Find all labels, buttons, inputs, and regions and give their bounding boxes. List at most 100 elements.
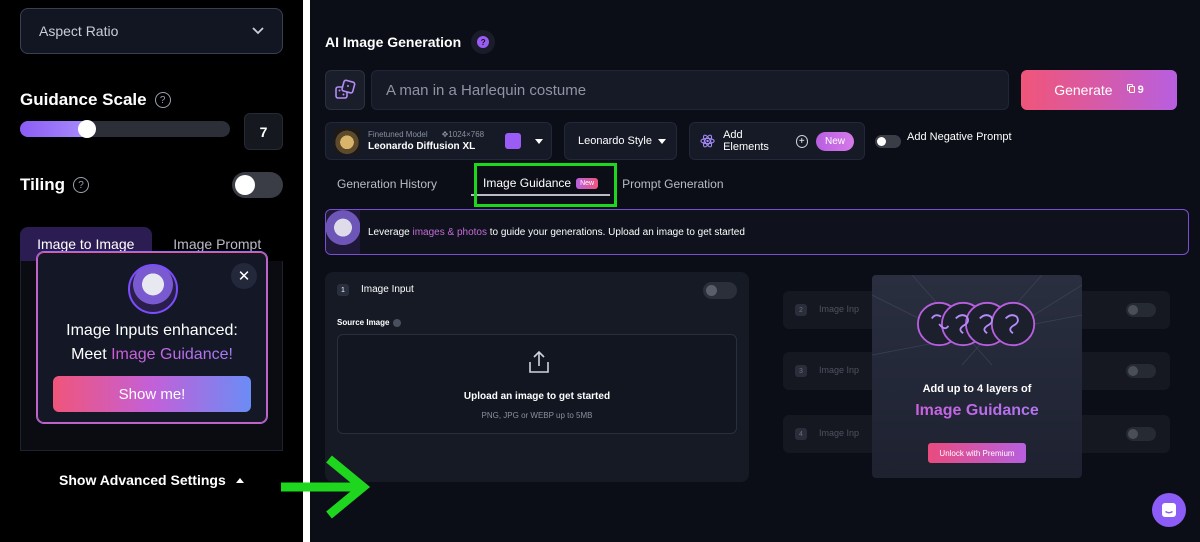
step-number: 2 — [795, 304, 807, 316]
image-guidance-popup: ✕ Image Inputs enhanced: Meet Image Guid… — [36, 251, 268, 424]
ghost-label: Image Inp — [819, 428, 860, 438]
disabled-toggle — [1126, 427, 1156, 441]
main-panel: AI Image Generation ? Generate 9 Finetun… — [310, 0, 1200, 542]
sticky-note-icon — [505, 133, 521, 149]
negative-prompt-label: Add Negative Prompt — [907, 131, 1012, 143]
dice-icon — [335, 79, 356, 99]
left-settings-panel: Aspect Ratio Guidance Scale ? 7 Tiling ?… — [0, 0, 303, 542]
caret-up-icon — [235, 478, 244, 483]
chevron-down-icon — [658, 138, 666, 144]
banner-prefix: Leverage — [368, 226, 413, 238]
ghost-label: Image Inp — [819, 304, 860, 314]
toggle-knob — [1128, 305, 1138, 315]
green-arrow-annotation — [281, 455, 371, 519]
guidance-scale-slider[interactable] — [20, 121, 230, 137]
model-dimensions: ✥1024×768 — [442, 130, 485, 139]
toggle-knob — [1128, 366, 1138, 376]
style-selector[interactable]: Leonardo Style — [564, 122, 677, 160]
toggle-knob — [877, 137, 886, 146]
aspect-ratio-select[interactable]: Aspect Ratio — [20, 8, 283, 54]
model-selector[interactable]: Finetuned Model ✥1024×768 Leonardo Diffu… — [325, 122, 552, 160]
wizard-thumbnail — [326, 210, 360, 254]
tiling-toggle[interactable] — [232, 172, 283, 198]
ghost-label: Image Inp — [819, 365, 860, 375]
page-title: AI Image Generation ? — [325, 30, 496, 54]
source-image-text: Source Image — [337, 318, 390, 327]
image-input-toggle[interactable] — [703, 282, 737, 299]
layers-icon — [917, 301, 1036, 347]
show-me-button[interactable]: Show me! — [53, 376, 251, 412]
advanced-settings-label: Show Advanced Settings — [59, 472, 226, 488]
guidance-scale-value[interactable]: 7 — [244, 113, 283, 150]
chat-support-button[interactable] — [1152, 493, 1186, 527]
close-icon[interactable]: ✕ — [231, 263, 257, 289]
model-name: Leonardo Diffusion XL — [368, 141, 476, 152]
random-prompt-button[interactable] — [325, 70, 365, 110]
negative-prompt-toggle[interactable] — [875, 135, 901, 148]
image-input-title: Image Input — [361, 284, 414, 295]
token-icon — [1126, 84, 1135, 93]
step-number: 4 — [795, 428, 807, 440]
step-number: 1 — [337, 284, 349, 296]
disabled-toggle — [1126, 303, 1156, 317]
popup-subline: Meet Image Guidance! — [37, 346, 267, 364]
token-cost: 9 — [1126, 84, 1144, 96]
tab-generation-history[interactable]: Generation History — [325, 172, 449, 196]
add-elements-label: Add Elements — [723, 129, 769, 153]
style-label: Leonardo Style — [578, 135, 652, 147]
highlight-box — [474, 163, 617, 207]
toggle-knob — [235, 175, 255, 195]
atom-icon — [700, 134, 715, 148]
disabled-toggle — [1126, 364, 1156, 378]
tiling-heading: Tiling ? — [20, 175, 90, 195]
upload-icon — [529, 350, 549, 373]
question-icon[interactable]: ? — [73, 177, 90, 193]
guidance-scale-heading: Guidance Scale ? — [20, 90, 171, 110]
popup-subline-prefix: Meet — [71, 346, 112, 363]
popup-headline: Image Inputs enhanced: — [66, 322, 238, 339]
popup-subline-highlight: Image Guidance! — [111, 346, 233, 363]
banner-link[interactable]: images & photos — [412, 227, 487, 238]
tiling-title: Tiling — [20, 175, 66, 194]
image-input-card: 1 Image Input Source Image Upload an ima… — [325, 272, 749, 482]
model-tags: Finetuned Model ✥1024×768 — [368, 130, 484, 139]
upload-formats: PNG, JPG or WEBP up to 5MB — [481, 411, 593, 420]
source-image-label: Source Image — [337, 318, 402, 327]
tab-label: Prompt Generation — [622, 177, 724, 191]
chat-icon — [1162, 503, 1176, 517]
banner-text: Leverage images & photos to guide your g… — [368, 227, 745, 238]
aspect-ratio-label: Aspect Ratio — [39, 23, 119, 39]
promo-line1: Add up to 4 layers of — [922, 383, 1032, 395]
chevron-down-icon — [252, 27, 264, 35]
add-elements-button[interactable]: Add Elements + New — [689, 122, 865, 160]
generate-button[interactable]: Generate 9 — [1021, 70, 1177, 110]
slider-fill — [20, 121, 88, 137]
upload-prompt: Upload an image to get started — [463, 391, 611, 402]
image-guidance-banner: Leverage images & photos to guide your g… — [325, 209, 1189, 255]
tab-prompt-generation[interactable]: Prompt Generation — [610, 172, 735, 196]
wizard-avatar — [128, 264, 178, 314]
guidance-scale-title: Guidance Scale — [20, 90, 147, 109]
plus-icon: + — [795, 134, 808, 148]
step-number: 3 — [795, 365, 807, 377]
toggle-knob — [706, 285, 717, 296]
promo-line2: Image Guidance — [872, 402, 1082, 420]
prompt-input[interactable] — [371, 70, 1009, 110]
model-dimensions-value: 1024×768 — [448, 130, 485, 139]
generate-label: Generate — [1054, 82, 1113, 98]
token-count: 9 — [1137, 84, 1144, 96]
question-icon[interactable] — [393, 318, 402, 327]
premium-promo-card: Add up to 4 layers of Image Guidance Unl… — [872, 275, 1082, 478]
tab-label: Generation History — [337, 177, 438, 191]
banner-suffix: to guide your generations. Upload an ima… — [486, 226, 745, 238]
model-thumbnail — [334, 128, 360, 154]
help-icon[interactable]: ? — [471, 30, 496, 54]
model-meta: Finetuned Model ✥1024×768 Leonardo Diffu… — [368, 130, 484, 152]
chevron-down-icon — [535, 138, 543, 144]
question-icon[interactable]: ? — [154, 92, 171, 108]
upload-dropzone[interactable]: Upload an image to get started PNG, JPG … — [337, 334, 737, 434]
unlock-premium-button[interactable]: Unlock with Premium — [928, 443, 1026, 463]
show-advanced-settings[interactable]: Show Advanced Settings — [59, 472, 244, 488]
page-title-text: AI Image Generation — [325, 34, 462, 50]
model-tag: Finetuned Model — [368, 130, 428, 139]
